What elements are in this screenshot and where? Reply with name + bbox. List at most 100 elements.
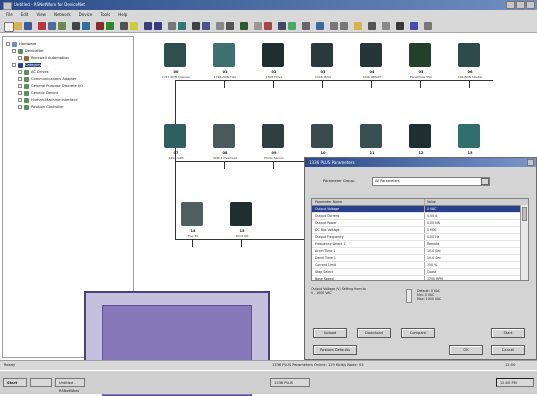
dialog-close-button[interactable]: [527, 159, 534, 166]
zoom-in-icon[interactable]: [144, 22, 152, 30]
restore-defaults-button[interactable]: Restore Defaults: [313, 345, 357, 355]
filter-icon[interactable]: [368, 22, 376, 30]
tree-item[interactable]: Position Controller: [18, 104, 64, 110]
cursor-icon[interactable]: [226, 22, 234, 30]
device-node[interactable]: 06 193-EDN Starter: [450, 43, 490, 89]
menu-view[interactable]: View: [36, 10, 46, 19]
device-icon[interactable]: [409, 124, 431, 148]
parameter-value[interactable]: 150 %: [424, 262, 437, 268]
collapse-icon[interactable]: [6, 42, 10, 46]
download-button[interactable]: Download: [357, 328, 391, 338]
online-icon[interactable]: [82, 22, 90, 30]
menu-help[interactable]: Help: [118, 10, 127, 19]
settings-icon[interactable]: [254, 22, 262, 30]
device-node[interactable]: 07 1203-GK5: [156, 124, 196, 170]
tree-item[interactable]: Generic Device: [18, 90, 58, 96]
table-row[interactable]: Current Limit 150 %: [312, 262, 522, 269]
properties-icon[interactable]: [130, 22, 138, 30]
parameter-value[interactable]: 10.0 Sec: [424, 255, 441, 261]
home-icon[interactable]: [316, 22, 324, 30]
list-icon[interactable]: [382, 22, 390, 30]
minimize-button[interactable]: [506, 1, 515, 9]
start-button[interactable]: Start: [3, 378, 27, 387]
close-button[interactable]: [526, 1, 535, 9]
upload-button[interactable]: Upload: [313, 328, 347, 338]
menu-tools[interactable]: Tools: [100, 10, 110, 19]
tree-item[interactable]: Human-Machine Interface: [18, 97, 78, 103]
table-row[interactable]: Frequency Select 1 Remote: [312, 241, 522, 248]
table-row[interactable]: Output Frequency 0.00 Hz: [312, 234, 522, 241]
table-scrollbar[interactable]: [520, 205, 528, 280]
verify-icon[interactable]: [240, 22, 248, 30]
chevron-down-icon[interactable]: [481, 178, 489, 185]
stop-icon[interactable]: [264, 22, 272, 30]
expand-icon[interactable]: [18, 98, 22, 102]
task-button[interactable]: 1336 PLUS: [270, 378, 310, 387]
table-row[interactable]: Accel Time 1 10.0 Sec: [312, 248, 522, 255]
menu-device[interactable]: Device: [79, 10, 93, 19]
device-node[interactable]: 04 1336 IMPACT: [352, 43, 392, 89]
tree-item[interactable]: Rockwell Automation: [18, 55, 69, 61]
device-node[interactable]: 05 PanelView 550: [401, 43, 441, 89]
parameter-value[interactable]: 0 VAC: [424, 206, 436, 212]
ok-button[interactable]: OK: [449, 345, 483, 355]
device-icon[interactable]: [164, 124, 186, 148]
parameter-table[interactable]: Parameter Name Value Output Voltage 0 VAC…: [311, 198, 529, 281]
copy-icon[interactable]: [48, 22, 56, 30]
scan-icon[interactable]: [178, 22, 186, 30]
device-icon[interactable]: [360, 124, 382, 148]
device-icon[interactable]: [213, 43, 235, 67]
parameter-value[interactable]: 10.0 Sec: [424, 248, 441, 254]
start-button[interactable]: Start: [491, 328, 525, 338]
column-parameter-name[interactable]: Parameter Name: [315, 199, 342, 205]
device-node[interactable]: 03 1336 PLUS: [303, 43, 343, 89]
new-icon[interactable]: [4, 22, 14, 32]
device-icon[interactable]: [409, 43, 431, 67]
device-icon[interactable]: [164, 43, 186, 67]
device-node[interactable]: 09 Photo Sensor: [254, 124, 294, 170]
parameter-value[interactable]: 0.00 A: [424, 213, 437, 219]
device-icon[interactable]: [458, 43, 480, 67]
expand-icon[interactable]: [18, 77, 22, 81]
device-node[interactable]: 02 1305 Drive: [254, 43, 294, 89]
help-scrollbar[interactable]: [406, 289, 412, 303]
compare-button[interactable]: Compare: [401, 328, 435, 338]
device-icon[interactable]: [360, 43, 382, 67]
network-icon[interactable]: [168, 22, 176, 30]
device-icon[interactable]: [311, 124, 333, 148]
report-icon[interactable]: [202, 22, 210, 30]
tree-item[interactable]: Category: [12, 62, 42, 68]
collapse-icon[interactable]: [12, 49, 16, 53]
expand-icon[interactable]: [18, 91, 22, 95]
folder-icon[interactable]: [354, 22, 362, 30]
device-node[interactable]: 00 1747-SDN Scanner: [156, 43, 196, 89]
parameter-value[interactable]: 0.00 kW: [424, 220, 440, 226]
graph-icon[interactable]: [302, 22, 310, 30]
device-icon[interactable]: [311, 43, 333, 67]
device-icon[interactable]: [230, 202, 252, 226]
table-row[interactable]: Output Current 0.00 A: [312, 213, 522, 220]
check-icon[interactable]: [288, 22, 296, 30]
parameter-value[interactable]: 1750 RPM: [424, 276, 443, 280]
table-row[interactable]: Base Speed 1750 RPM: [312, 276, 522, 280]
device-node[interactable]: 08 SMP-3 Overload: [205, 124, 245, 170]
arrow-icon[interactable]: [216, 22, 224, 30]
table-row[interactable]: DC Bus Voltage 0 VDC: [312, 227, 522, 234]
expand-icon[interactable]: [18, 105, 22, 109]
zoom-out-icon[interactable]: [154, 22, 162, 30]
column-value[interactable]: Value: [424, 199, 436, 205]
paste-icon[interactable]: [58, 22, 66, 30]
device-node[interactable]: 01 1794-ADN Flex: [205, 43, 245, 89]
expand-icon[interactable]: [18, 70, 22, 74]
tree-item[interactable]: Hardware: [6, 41, 36, 47]
tree-item[interactable]: AC Drives: [18, 69, 49, 75]
tree-item[interactable]: Communications Adapter: [18, 76, 77, 82]
link-icon[interactable]: [278, 22, 286, 30]
maximize-button[interactable]: [516, 1, 525, 9]
edit-icon[interactable]: [192, 22, 200, 30]
device-icon[interactable]: [213, 124, 235, 148]
menu-file[interactable]: File: [6, 10, 13, 19]
device-icon[interactable]: [181, 202, 203, 226]
parameter-group-select[interactable]: All Parameters: [372, 177, 490, 186]
parameter-value[interactable]: 0.00 Hz: [424, 234, 439, 240]
